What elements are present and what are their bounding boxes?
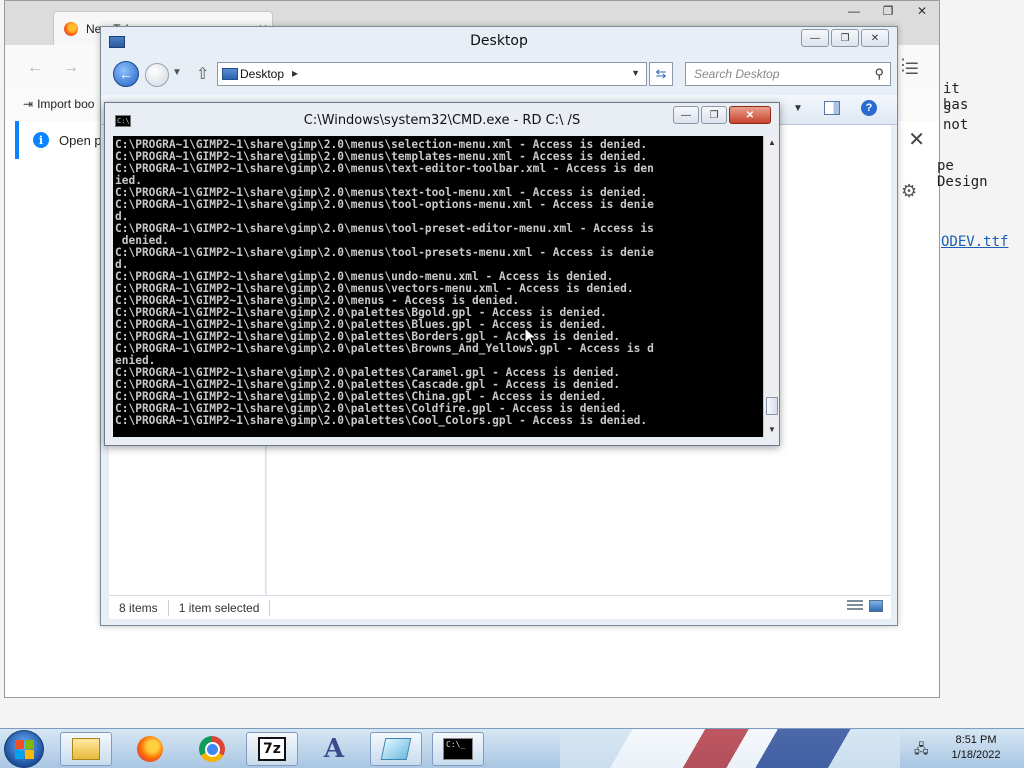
forward-arrow-icon[interactable]: → — [63, 59, 79, 77]
maximize-button[interactable]: ❐ — [831, 29, 859, 47]
info-icon: i — [33, 132, 49, 148]
taskbar: 7z A C:\_ 🖧 8:51 PM 1/18/2022 — [0, 728, 1024, 768]
page-link[interactable]: ODEV.ttf — [941, 234, 1008, 250]
cmd-titlebar: C:\ C:\Windows\system32\CMD.exe - RD C:\… — [105, 103, 779, 135]
mouse-cursor-icon — [524, 327, 538, 347]
page-text-fragment: pe Design — [937, 158, 988, 190]
console-line: C:\PROGRA~1\GIMP2~1\share\gimp\2.0\palet… — [115, 342, 654, 355]
console-line: C:\PROGRA~1\GIMP2~1\share\gimp\2.0\menus… — [115, 246, 654, 259]
item-count: 8 items — [119, 600, 158, 615]
import-icon: ⇥ — [23, 97, 34, 111]
desktop-wallpaper — [560, 729, 900, 768]
help-icon[interactable]: ? — [861, 100, 877, 116]
scrollbar-thumb[interactable] — [766, 397, 778, 415]
notepad-icon — [380, 738, 412, 760]
console-line: C:\PROGRA~1\GIMP2~1\share\gimp\2.0\menus… — [115, 198, 654, 211]
cmd-window: C:\ C:\Windows\system32\CMD.exe - RD C:\… — [104, 102, 780, 446]
cmd-window-controls: — ❐ ✕ — [673, 106, 771, 124]
divider — [269, 599, 271, 616]
minimize-button[interactable]: — — [673, 106, 699, 124]
minimize-button[interactable]: — — [801, 29, 829, 47]
cmd-icon: C:\_ — [443, 738, 473, 760]
folder-icon — [72, 738, 100, 760]
address-breadcrumb[interactable]: Desktop — [240, 67, 284, 81]
status-bar: 8 items 1 item selected — [109, 595, 891, 619]
divider — [167, 599, 169, 616]
address-bar[interactable]: Desktop ▸ ▼ — [217, 62, 647, 86]
explorer-titlebar: Desktop — ❐ ✕ — [101, 27, 897, 57]
system-clock[interactable]: 8:51 PM 1/18/2022 — [940, 733, 1012, 763]
taskbar-font-viewer[interactable]: A — [308, 732, 360, 766]
browser-window-controls: — ❐ ✕ — [837, 1, 939, 23]
taskbar-cmd[interactable]: C:\_ — [432, 732, 484, 766]
firefox-icon — [64, 21, 78, 36]
minimize-button[interactable]: — — [837, 1, 871, 21]
firefox-icon — [137, 736, 163, 762]
taskbar-7zip[interactable]: 7z — [246, 732, 298, 766]
windows-logo-icon — [15, 740, 24, 749]
up-arrow-icon[interactable]: ⇧ — [196, 64, 209, 84]
chevron-down-icon[interactable]: ▼ — [631, 68, 640, 78]
explorer-address-row: ← ▼ ⇧ Desktop ▸ ▼ ⇆ Search Desktop ⚲ — [101, 59, 897, 93]
taskbar-chrome[interactable] — [186, 732, 238, 766]
large-icons-view-icon[interactable] — [869, 600, 883, 612]
scroll-down-icon[interactable]: ▼ — [764, 423, 780, 437]
page-text-fragment: s not — [943, 101, 969, 133]
console-line: C:\PROGRA~1\GIMP2~1\share\gimp\2.0\menus… — [115, 162, 654, 175]
font-viewer-icon: A — [323, 734, 345, 764]
chevron-right-icon[interactable]: ▸ — [292, 66, 298, 80]
close-button[interactable]: ✕ — [729, 106, 771, 124]
back-arrow-icon[interactable]: ← — [27, 59, 43, 77]
console-line: C:\PROGRA~1\GIMP2~1\share\gimp\2.0\palet… — [115, 414, 648, 427]
chevron-down-icon[interactable]: ▼ — [172, 67, 182, 78]
taskbar-notepad[interactable] — [370, 732, 422, 766]
desktop-folder-icon — [222, 68, 238, 80]
clock-date: 1/18/2022 — [951, 749, 1001, 761]
taskbar-firefox[interactable] — [124, 732, 176, 766]
taskbar-explorer[interactable] — [60, 732, 112, 766]
search-icon[interactable]: ⚲ — [874, 66, 884, 82]
hamburger-menu-icon[interactable]: ☰ — [905, 59, 919, 79]
maximize-button[interactable]: ❐ — [871, 1, 905, 21]
windows-logo-icon — [25, 750, 34, 759]
explorer-window-controls: — ❐ ✕ — [801, 29, 889, 47]
windows-logo-icon — [25, 740, 34, 749]
view-options-chevron-icon[interactable]: ▼ — [793, 103, 803, 114]
notification-close-icon[interactable]: ✕ — [908, 127, 925, 152]
console-line: C:\PROGRA~1\GIMP2~1\share\gimp\2.0\menus… — [115, 222, 654, 235]
explorer-title: Desktop — [470, 33, 528, 49]
clock-time: 8:51 PM — [955, 734, 997, 746]
gear-icon[interactable]: ⚙ — [901, 181, 917, 202]
refresh-icon[interactable]: ⇆ — [649, 62, 673, 86]
windows-logo-icon — [15, 750, 24, 759]
details-view-icon[interactable] — [847, 600, 863, 612]
chrome-icon — [199, 736, 225, 762]
preview-pane-icon[interactable] — [824, 101, 840, 115]
selection-count: 1 item selected — [178, 600, 260, 615]
view-toggle — [847, 600, 883, 612]
7zip-icon: 7z — [258, 737, 286, 761]
search-input[interactable]: Search Desktop ⚲ — [685, 62, 891, 86]
vertical-scrollbar[interactable]: ▲ ▼ — [763, 136, 779, 437]
start-button[interactable] — [4, 730, 44, 768]
close-button[interactable]: ✕ — [861, 29, 889, 47]
network-icon[interactable]: 🖧 — [914, 740, 929, 762]
forward-button[interactable] — [145, 63, 169, 87]
maximize-button[interactable]: ❐ — [701, 106, 727, 124]
import-bookmarks-link[interactable]: Import boo — [37, 97, 94, 111]
back-button[interactable]: ← — [113, 61, 139, 87]
scroll-up-icon[interactable]: ▲ — [764, 136, 780, 150]
close-button[interactable]: ✕ — [905, 1, 939, 21]
search-placeholder: Search Desktop — [694, 67, 780, 81]
console-output[interactable]: C:\PROGRA~1\GIMP2~1\share\gimp\2.0\menus… — [113, 136, 763, 437]
